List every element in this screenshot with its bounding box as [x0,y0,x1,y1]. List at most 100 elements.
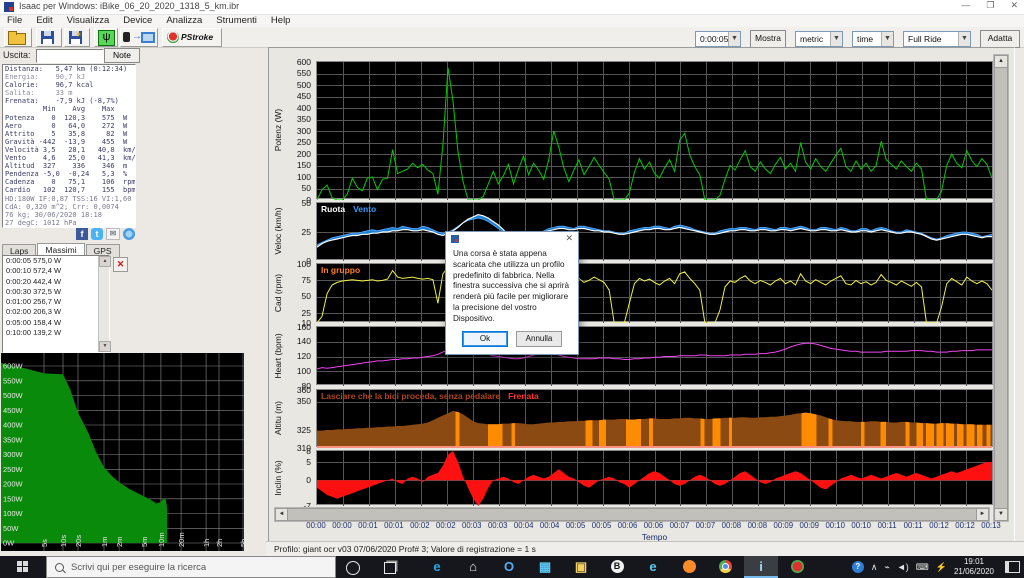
scroll-up-icon[interactable]: ▲ [99,256,111,267]
minimize-icon[interactable]: — [961,0,970,11]
usb-icon[interactable]: ⚡ [936,562,947,573]
menu-item[interactable]: Analizza [159,15,209,27]
notification-center-icon[interactable] [1005,561,1020,573]
isaac-app-icon[interactable]: i [744,556,778,578]
menu-item[interactable]: Edit [29,15,59,27]
twitter-icon[interactable]: t [91,228,103,240]
store-icon[interactable]: ▦ [528,556,562,578]
save-button[interactable] [36,28,62,47]
facebook-icon[interactable]: f [76,228,88,240]
mostra-button[interactable]: Mostra [750,30,786,48]
plot-cardio[interactable] [316,326,993,386]
clock[interactable]: 19:01 21/06/2020 [954,557,994,577]
menu-item[interactable]: File [0,15,29,27]
plot-pendenza[interactable] [316,450,993,506]
stat-line: 76 kg; 30/06/2020 18:18 [5,210,102,219]
y-tick-label: 75 [301,274,311,285]
delete-button[interactable]: ✕ [113,257,128,272]
save-as-button[interactable]: ✶ [64,28,90,47]
hscroll-thumb[interactable] [287,508,977,521]
plot-altitudine[interactable]: Lasciare che la bici proceda, senza peda… [316,389,993,448]
horizontal-scrollbar[interactable]: ◄ ► [274,507,990,522]
units-select[interactable]: metric ▼ [795,31,843,47]
maximize-icon[interactable]: ❐ [986,0,994,11]
scroll-down-icon[interactable]: ▼ [994,508,1008,521]
app-icon [4,2,14,12]
stat-line: HD:180W IF:0,87 TSS:16 VI:1,60 [5,194,132,203]
volume-icon[interactable]: ◄) [897,562,909,572]
svg-text:450W: 450W [3,406,24,415]
explorer-home-icon[interactable]: ⌂ [456,556,490,578]
chevron-down-icon: ▼ [728,32,740,46]
legend-item: Frenata [508,391,539,401]
firefox-icon[interactable] [672,556,706,578]
chevron-up-icon[interactable]: ∧ [871,562,878,573]
start-button[interactable] [0,556,46,578]
close-icon[interactable]: ✕ [565,233,573,244]
cortana-icon[interactable] [346,561,360,575]
browser-b-icon[interactable]: B [600,556,634,578]
annulla-button[interactable]: Annulla [516,330,562,347]
legend-item: Ruota [321,204,346,214]
chrome-icon[interactable] [708,556,742,578]
plot-cadenza[interactable]: In gruppo [316,263,993,323]
stat-line: Cadenza 0 75,1 106 rpm [5,178,136,187]
stat-line: Salita: 33 m [5,89,73,98]
list-item[interactable]: 0:05:00 158,4 W [3,318,99,328]
plot-potenza[interactable] [316,61,993,200]
email-icon[interactable]: ✉ [106,228,120,240]
list-item[interactable]: 0:00:05 575,0 W [3,256,99,266]
note-button[interactable]: Note [104,48,140,63]
list-item[interactable]: 0:10:00 139,2 W [3,328,99,338]
list-item[interactable]: 0:00:20 442,4 W [3,277,99,287]
vertical-scrollbar[interactable]: ▲ ▼ [993,54,1009,522]
interval-select[interactable]: 0:00:05 ▼ [695,31,741,47]
internet-explorer-icon[interactable]: e [636,556,670,578]
list-item[interactable]: 0:00:30 372,5 W [3,287,99,297]
y-tick-label: 600 [296,56,311,67]
scroll-down-icon[interactable]: ▼ [99,341,111,352]
help-icon[interactable]: ? [851,561,864,573]
list-item[interactable]: 0:01:00 256,7 W [3,297,99,307]
y-tick-label: 325 [296,425,311,436]
dialog-message: Una corsa è stata appena scaricata che u… [453,249,570,323]
xaxis-select[interactable]: time ▼ [852,31,894,47]
file-explorer-icon[interactable]: ▣ [564,556,598,578]
usb-device-button[interactable]: ψ [94,28,118,47]
uscita-input[interactable] [36,49,104,63]
search-icon [55,563,64,572]
menu-item[interactable]: Help [264,15,298,27]
list-item[interactable]: 0:00:10 572,4 W [3,266,99,276]
dialog-titlebar[interactable]: ✕ [446,232,578,246]
plot-velocita[interactable]: Ruota Vento [316,202,993,261]
edge-icon[interactable]: e [420,556,454,578]
menu-item[interactable]: Strumenti [209,15,264,27]
close-icon[interactable]: ✕ [1010,0,1018,11]
scroll-right-icon[interactable]: ► [976,508,989,521]
svg-text:550W: 550W [3,376,24,385]
stat-line: CdA: 0,320 m^2; Crr: 0,0074 [5,202,119,211]
pstroke-app-icon[interactable] [780,556,814,578]
list-item[interactable]: 0:02:00 206,3 W [3,307,99,317]
list-scrollbar[interactable]: ▲ ▼ [98,256,111,352]
adatta-button[interactable]: Adatta [980,30,1020,48]
power-duration-chart[interactable]: 600W 550W 500W 450W 400W 350W 300W 250W 200W 150W… [1,353,248,551]
task-view-icon[interactable] [384,562,396,574]
ok-button[interactable]: Ok [462,330,508,347]
outlook-icon[interactable]: O [492,556,526,578]
taskbar-search[interactable]: Scrivi qui per eseguire la ricerca [46,556,336,578]
menu-item[interactable]: Visualizza [60,15,117,27]
open-file-button[interactable] [4,28,32,47]
keyboard-icon[interactable]: ⌨ [916,562,929,573]
pstroke-button[interactable]: PStroke [162,28,222,47]
legend-item: In gruppo [321,265,361,275]
web-icon[interactable] [123,228,135,240]
panel-altitudine: Altitu (m) 360 350 325 310 Lasciare che la bi… [269,385,1014,453]
network-icon[interactable]: ⌁ [884,562,889,573]
vscroll-thumb[interactable] [994,67,1008,509]
download-from-device-button[interactable]: → [120,28,158,47]
svg-text:10m: 10m [157,532,166,547]
y-tick-label: 120 [296,351,311,361]
range-select[interactable]: Full Ride ▼ [903,31,971,47]
menu-item[interactable]: Device [116,15,159,27]
